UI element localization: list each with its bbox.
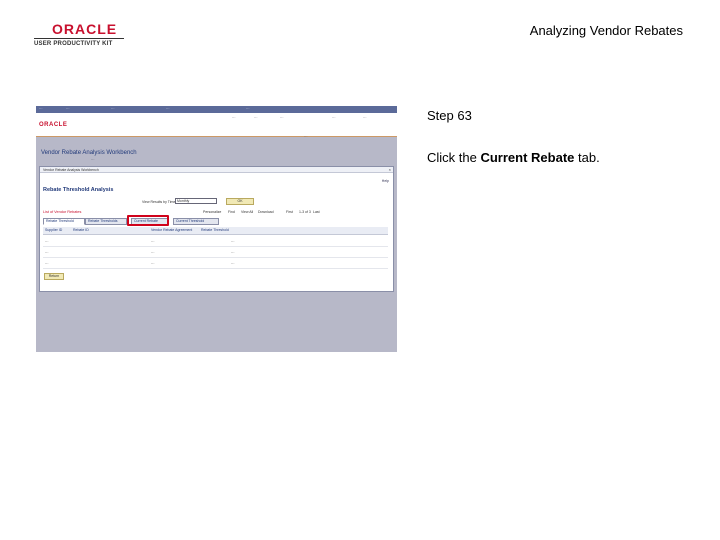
instruction-target: Current Rebate — [480, 150, 575, 165]
header-link[interactable]: ··· — [254, 116, 258, 120]
oracle-logo-text: ORACLE — [52, 21, 118, 37]
ok-button[interactable]: OK — [226, 198, 254, 205]
menu-bar-item: ··· — [246, 107, 250, 111]
header-link[interactable]: ··· — [332, 116, 336, 120]
target-highlight-box — [127, 215, 169, 226]
grid-header: List of Vendor Rebates Personalize Find … — [43, 210, 390, 216]
instruction-prefix: Click the — [427, 150, 481, 165]
header-divider — [36, 136, 397, 137]
col-supplier-id[interactable]: Supplier ID — [45, 228, 62, 232]
table-cell: ··· — [45, 251, 49, 255]
grid-nav-count: 1-3 of 3 — [299, 210, 311, 214]
table-cell: ··· — [151, 262, 155, 266]
table-cell: ··· — [45, 240, 49, 244]
menu-bar-item: ··· — [39, 107, 43, 111]
slide-title: Analyzing Vendor Rebates — [529, 23, 683, 38]
menu-bar-item: ··· — [111, 107, 115, 111]
tab-rebate-threshold[interactable]: Rebate Threshold — [43, 218, 85, 225]
workbench-subtitle: ··· — [91, 158, 95, 162]
col-rebate-threshold[interactable]: Rebate Threshold — [201, 228, 229, 232]
col-rebate-id[interactable]: Rebate ID — [73, 228, 89, 232]
table-row[interactable]: ··· ··· ··· — [43, 248, 388, 258]
table-row[interactable]: ··· ··· ··· — [43, 237, 388, 247]
window-title-bar: Vendor Rebate Analysis Workbench × — [40, 167, 393, 173]
workbench-title: Vendor Rebate Analysis Workbench — [41, 150, 137, 156]
grid-nav-find[interactable]: Find — [228, 210, 235, 214]
grid-title: List of Vendor Rebates — [43, 210, 82, 214]
table-header: Supplier ID Rebate ID Vendor Rebate Agre… — [43, 227, 388, 235]
table-row[interactable]: ··· ··· ··· — [43, 259, 388, 269]
tab-rebate-thresholds[interactable]: Rebate Thresholds — [85, 218, 127, 225]
table-cell: ··· — [231, 240, 235, 244]
table-cell: ··· — [45, 262, 49, 266]
tab-current-threshold[interactable]: Current Threshold — [173, 218, 219, 225]
menu-bar-item: ··· — [66, 107, 70, 111]
grid-nav-personalize[interactable]: Personalize — [203, 210, 221, 214]
utility-links[interactable]: ··· — [304, 135, 308, 139]
header-link[interactable]: ··· — [232, 116, 236, 120]
instruction-suffix: tab. — [574, 150, 600, 165]
col-vendor-rebate-agreement[interactable]: Vendor Rebate Agreement — [151, 228, 192, 232]
grid-nav-last[interactable]: Last — [313, 210, 320, 214]
table-cell: ··· — [151, 251, 155, 255]
view-period-select[interactable]: Monthly — [175, 198, 217, 204]
table-cell: ··· — [231, 251, 235, 255]
grid-nav-first[interactable]: First — [286, 210, 293, 214]
header-link[interactable]: ··· — [363, 116, 367, 120]
header-link[interactable]: ··· — [280, 116, 284, 120]
app-menu-bar: ··· ··· ··· ··· ··· — [36, 106, 397, 113]
close-icon[interactable]: × — [389, 167, 391, 172]
table-cell: ··· — [151, 240, 155, 244]
screenshot-panel: ··· ··· ··· ··· ··· ORACLE ··· ··· ··· ·… — [36, 106, 397, 352]
grid-nav-view-all[interactable]: View All — [241, 210, 253, 214]
table-cell: ··· — [231, 262, 235, 266]
upk-logo-text: USER PRODUCTIVITY KIT — [34, 38, 124, 47]
help-link[interactable]: Help — [382, 179, 389, 183]
window-title: Vendor Rebate Analysis Workbench — [43, 168, 99, 172]
app-oracle-logo: ORACLE — [39, 122, 68, 128]
page-heading: Rebate Threshold Analysis — [43, 187, 114, 193]
grid-nav-download[interactable]: Download — [258, 210, 274, 214]
return-button[interactable]: Return — [44, 273, 64, 280]
menu-bar-item: ··· — [166, 107, 170, 111]
step-number: Step 63 — [427, 108, 472, 123]
step-instruction: Click the Current Rebate tab. — [427, 150, 600, 165]
oracle-upk-logo: ORACLE USER PRODUCTIVITY KIT — [34, 22, 124, 47]
modal-window: Vendor Rebate Analysis Workbench × Help … — [39, 166, 394, 292]
app-header: ORACLE ··· ··· ··· ··· ··· — [36, 113, 397, 137]
